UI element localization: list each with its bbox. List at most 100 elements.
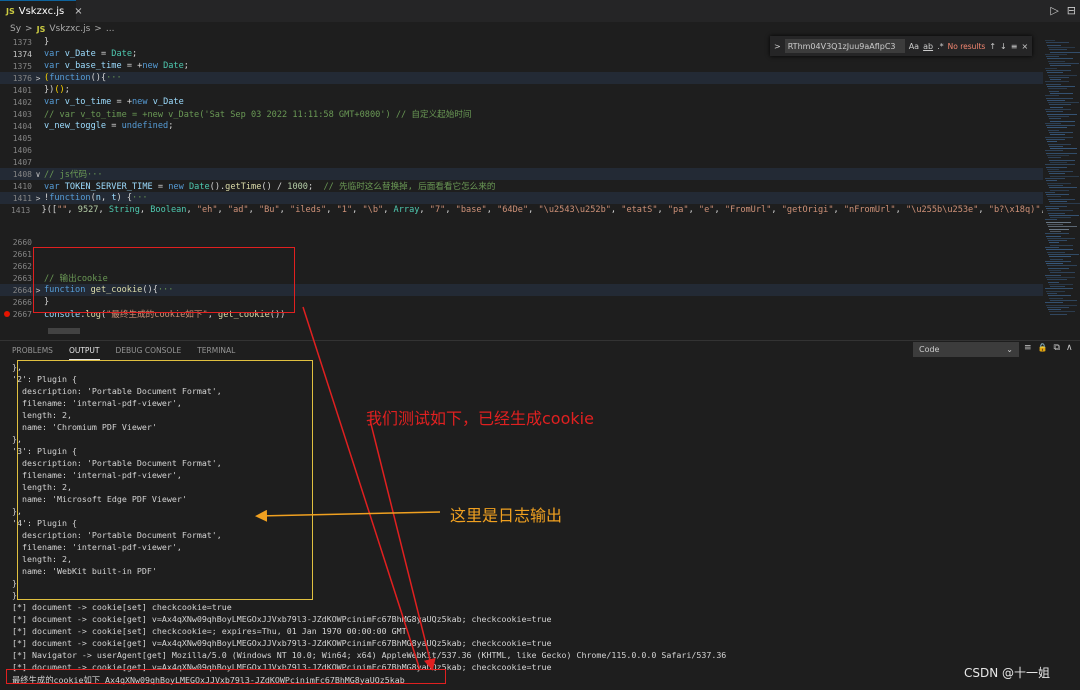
editor-actions: ▷ ⊟ (1050, 4, 1076, 17)
code-line[interactable]: 1410 var TOKEN_SERVER_TIME = new Date().g… (0, 180, 1043, 193)
minimap-line (1046, 194, 1069, 196)
js-file-icon: JS (36, 24, 46, 34)
minimap-line (1048, 115, 1069, 117)
minimap-line (1050, 175, 1079, 177)
minimap-line (1046, 249, 1073, 251)
code-line[interactable]: 1375 var v_base_time = +new Date; (0, 60, 1043, 72)
output-channel-select[interactable]: Code ⌄ (913, 342, 1019, 357)
find-in-selection-icon[interactable]: ≡ (1011, 42, 1018, 51)
minimap-line (1046, 304, 1077, 306)
maximize-panel-icon[interactable]: ∧ (1066, 343, 1073, 353)
minimap-line (1046, 111, 1063, 113)
minimap-line (1045, 233, 1069, 235)
minimap-line (1049, 145, 1063, 147)
minimap-line (1050, 258, 1063, 260)
fold-chevron-icon[interactable]: > (32, 74, 44, 83)
line-number: 2660 (12, 237, 32, 247)
chevron-down-icon: ⌄ (1006, 345, 1013, 354)
clear-output-icon[interactable]: ≡ (1024, 343, 1032, 353)
minimap-line (1048, 267, 1069, 269)
minimap-line (1046, 166, 1067, 168)
tab-problems[interactable]: PROBLEMS (12, 346, 53, 355)
code-line[interactable]: 1408 ∨// js代码··· (0, 168, 1043, 180)
next-match-icon[interactable]: ↓ (1000, 42, 1007, 51)
chevron-right-icon: > (94, 24, 102, 34)
code-line[interactable]: 1413 }(["", 9527, String, Boolean, "eh", … (0, 204, 1043, 216)
minimap-line (1045, 274, 1061, 276)
match-case-icon[interactable]: Aa (909, 42, 919, 51)
breadcrumb-root[interactable]: Sy (10, 24, 21, 34)
code-line[interactable]: 1406 (0, 144, 1043, 156)
minimap-line (1046, 83, 1061, 85)
code-text: var TOKEN_SERVER_TIME = new Date().getTi… (44, 182, 496, 192)
open-in-editor-icon[interactable]: ⧉ (1054, 343, 1060, 353)
split-editor-icon[interactable]: ⊟ (1067, 4, 1076, 17)
minimap-line (1045, 67, 1057, 69)
minimap-line (1047, 127, 1067, 129)
code-line[interactable]: 1405 (0, 132, 1043, 144)
code-text: !function(n, t) {··· (44, 193, 148, 203)
minimap-line (1048, 240, 1067, 242)
minimap-line (1046, 207, 1059, 209)
fold-chevron-icon[interactable]: > (32, 194, 44, 203)
minimap-line (1048, 46, 1075, 48)
code-text: }(["", 9527, String, Boolean, "eh", "ad"… (41, 205, 1043, 215)
code-text: } (44, 37, 50, 47)
minimap-line (1047, 155, 1069, 156)
whole-word-icon[interactable]: ab (923, 42, 933, 51)
breakpoint-icon[interactable] (4, 311, 10, 317)
minimap-line (1049, 270, 1061, 271)
watermark: CSDN @十一姐 (964, 666, 1051, 680)
tab-debug-console[interactable]: DEBUG CONSOLE (116, 346, 182, 355)
tab-terminal[interactable]: TERMINAL (197, 346, 235, 355)
previous-match-icon[interactable]: ↑ (989, 42, 996, 51)
minimap-line (1049, 118, 1061, 120)
tab-vskzxc-js[interactable]: JS Vskzxc.js × (0, 0, 83, 22)
code-line[interactable]: 1407 (0, 156, 1043, 168)
minimap-line (1050, 148, 1077, 150)
minimap-line (1047, 72, 1063, 74)
line-number: 2663 (12, 273, 32, 283)
minimap-line (1046, 152, 1077, 154)
minimap-line (1047, 265, 1077, 267)
code-text: })(); (44, 85, 70, 95)
breadcrumb-file[interactable]: Vskzxc.js (49, 24, 90, 34)
regex-icon[interactable]: .* (937, 42, 944, 51)
code-line[interactable]: 1401})(); (0, 84, 1043, 96)
minimap-line (1046, 42, 1069, 44)
minimap[interactable] (1043, 36, 1080, 326)
code-line[interactable]: 1403 // var v_to_time = +new v_Date('Sat … (0, 108, 1043, 121)
line-number: 1413 (10, 205, 31, 215)
minimap-line (1049, 132, 1073, 133)
tab-output[interactable]: OUTPUT (68, 346, 100, 360)
minimap-line (1045, 302, 1063, 304)
minimap-line (1049, 242, 1059, 244)
close-icon[interactable]: × (1021, 42, 1028, 51)
code-line[interactable]: 1402 var v_to_time = +new v_Date (0, 96, 1043, 108)
minimap-line (1049, 187, 1077, 189)
lock-icon[interactable]: 🔒 (1038, 343, 1048, 353)
close-icon[interactable]: × (74, 6, 82, 17)
minimap-line (1045, 122, 1061, 124)
editor-tab-bar: JS Vskzxc.js × ▷ ⊟ (0, 0, 1080, 22)
run-icon[interactable]: ▷ (1050, 4, 1058, 17)
minimap-line (1048, 198, 1075, 200)
find-widget: > RThm04V3Q1zJuu9aAflpC3 Aa ab .* No res… (770, 36, 1032, 56)
code-line[interactable]: 1376 > (function(){··· (0, 72, 1043, 84)
find-input[interactable]: RThm04V3Q1zJuu9aAflpC3 (784, 39, 905, 53)
minimap-line (1045, 109, 1071, 110)
breadcrumb-symbol[interactable]: ... (106, 24, 115, 34)
minimap-line (1049, 173, 1065, 175)
minimap-line (1050, 65, 1071, 67)
horizontal-scroll-thumb[interactable] (48, 328, 80, 334)
minimap-line (1047, 113, 1077, 115)
code-text: var v_Date = Date; (44, 49, 138, 59)
minimap-line (1048, 281, 1059, 283)
minimap-line (1049, 90, 1059, 92)
toggle-replace-icon[interactable]: > (774, 42, 781, 51)
line-number: 1402 (12, 97, 32, 107)
minimap-line (1049, 311, 1075, 313)
fold-chevron-icon[interactable]: ∨ (32, 170, 44, 179)
code-line[interactable]: 1411 > !function(n, t) {··· (0, 192, 1043, 204)
code-line[interactable]: 1404 v_new_toggle = undefined; (0, 120, 1043, 132)
